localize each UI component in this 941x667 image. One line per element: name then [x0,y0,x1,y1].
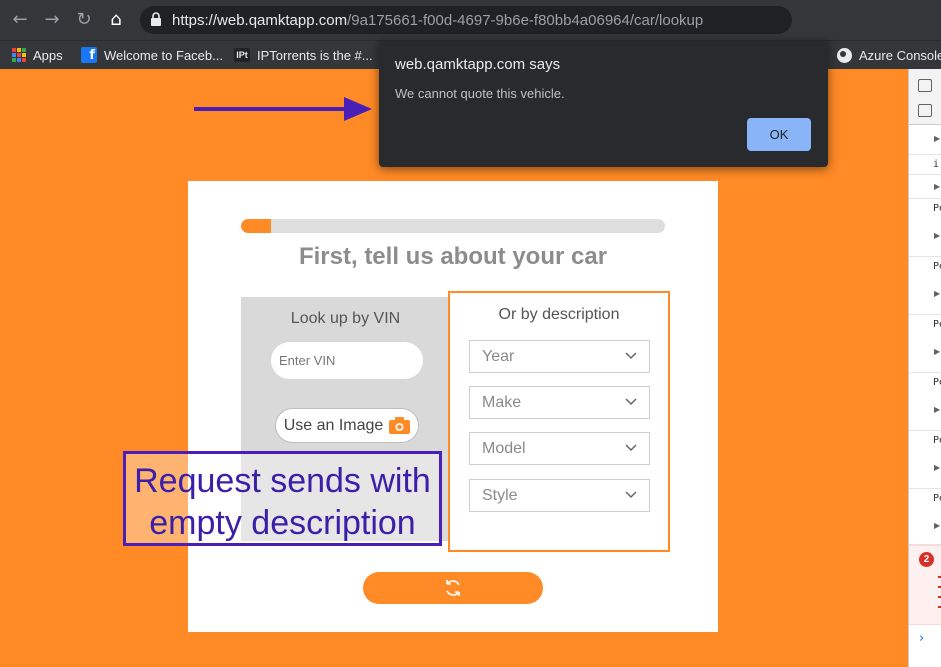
page-title: First, tell us about your car [298,243,608,270]
devtools-row[interactable]: Pe▶ [909,199,941,257]
devtools-row[interactable]: Pe▶ [909,431,941,489]
alert-message: We cannot quote this vehicle. [395,86,565,101]
devtools-row[interactable]: ▶ [909,175,941,199]
lock-icon [151,12,161,26]
apps-grid-icon [12,48,26,62]
devtools-error-group[interactable]: 2 [909,545,941,625]
inspect-element-icon[interactable] [918,79,932,92]
refresh-spinner-icon [446,580,460,596]
chevron-down-icon [625,352,637,360]
chevron-down-icon [625,491,637,499]
model-select[interactable]: Model [469,432,650,465]
use-image-button[interactable]: Use an Image [275,408,419,443]
bookmark-iptorrents[interactable]: IPt IPTorrents is the #... [234,46,373,64]
browser-toolbar: ← → ↻ ⌂ https://web.qamktapp.com/9a17566… [0,0,941,40]
bookmark-azure-console[interactable]: Azure Console [837,46,941,64]
forward-icon[interactable]: → [42,10,62,30]
description-panel: Or by description Year Make Model Style [448,291,670,552]
devtools-row[interactable]: i [909,155,941,175]
devtools-row[interactable]: Pe▶ [909,257,941,315]
home-icon[interactable]: ⌂ [106,10,126,30]
select-value: Year [482,348,515,365]
bookmark-label: IPTorrents is the #... [257,47,373,63]
console-prompt-icon[interactable]: › [919,631,924,646]
submit-button[interactable] [363,572,543,604]
bookmark-label: Azure Console [859,47,941,63]
devtools-row[interactable]: Pe▶ [909,373,941,431]
vin-heading: Look up by VIN [290,310,401,327]
chevron-down-icon [625,444,637,452]
use-image-label: Use an Image [283,416,384,434]
devtools-row[interactable]: Pe▶ [909,315,941,373]
facebook-icon: f [81,47,97,63]
error-count-badge: 2 [919,552,934,567]
device-toggle-icon[interactable] [918,104,932,117]
annotation-line: Request sends with [134,462,431,500]
style-select[interactable]: Style [469,479,650,512]
vin-input[interactable] [271,342,423,379]
alert-dialog: web.qamktapp.com says We cannot quote th… [379,41,828,167]
devtools-panel: ▶ i ▶ Pe▶ Pe▶ Pe▶ Pe▶ Pe▶ Pe▶ 2 › [908,69,941,667]
select-value: Model [482,440,526,457]
car-lookup-card: First, tell us about your car Look up by… [188,181,718,632]
bookmark-apps[interactable]: Apps [12,46,63,64]
devtools-row[interactable]: ▶ [909,125,941,155]
reload-icon[interactable]: ↻ [74,10,94,30]
camera-icon [389,417,411,434]
select-value: Style [482,487,518,504]
select-value: Make [482,394,522,411]
progress-fill [241,219,271,233]
alert-title: web.qamktapp.com says [395,56,561,73]
url-host: https://web.qamktapp.com [172,12,348,29]
annotation-text: Request sends with empty description [126,460,439,544]
make-select[interactable]: Make [469,386,650,419]
annotation-callout: Request sends with empty description [123,451,442,546]
description-heading: Or by description [498,306,620,323]
bookmark-label: Welcome to Faceb... [104,47,223,63]
annotation-arrow-icon [194,97,372,121]
back-icon[interactable]: ← [10,10,30,30]
bookmark-facebook[interactable]: f Welcome to Faceb... [81,46,223,64]
chevron-down-icon [625,398,637,406]
globe-icon [837,47,852,63]
progress-bar [241,219,665,233]
bookmark-label: Apps [33,47,63,63]
devtools-toolbar [909,69,941,125]
ok-button[interactable]: OK [747,118,811,151]
address-url[interactable]: https://web.qamktapp.com/9a175661-f00d-4… [172,12,703,29]
url-path: /9a175661-f00d-4697-9b6e-f80bb4a06964/ca… [347,12,704,29]
iptorrents-icon: IPt [234,48,250,62]
annotation-line: empty description [149,504,416,542]
devtools-row[interactable]: Pe▶ [909,489,941,545]
year-select[interactable]: Year [469,340,650,373]
